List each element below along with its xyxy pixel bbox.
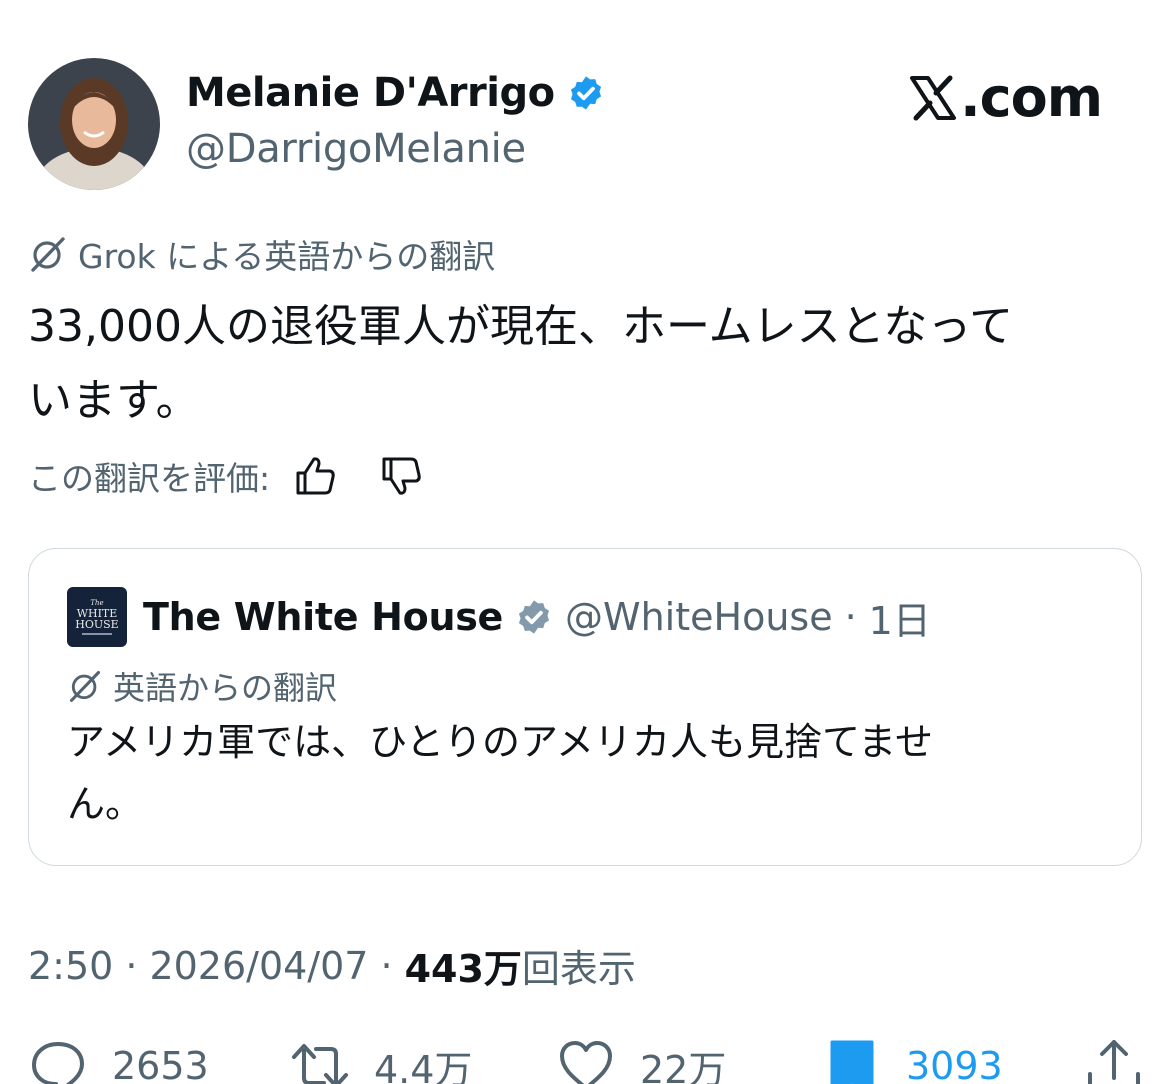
- like-button[interactable]: 22万: [556, 1036, 726, 1084]
- quoted-post-header: The WHITE HOUSE The White House @WhiteHo…: [67, 587, 931, 647]
- quoted-translation-label-text: 英語からの翻訳: [113, 669, 338, 707]
- gray-verified-badge-icon[interactable]: [515, 598, 553, 636]
- share-button[interactable]: [1084, 1036, 1144, 1084]
- action-bar: 2653 4.4万 22万 3093: [0, 1036, 1170, 1084]
- bookmark-filled-icon: [830, 1040, 874, 1084]
- x-com-watermark: .com: [908, 66, 1103, 129]
- verified-badge-icon[interactable]: [567, 74, 605, 112]
- translation-label-text: Grok による英語からの翻訳: [78, 237, 496, 276]
- post-body-line-2: います。: [28, 375, 200, 426]
- quoted-text-line-1: アメリカ軍では、ひとりのアメリカ人も見捨てませ: [67, 720, 934, 764]
- rate-translation-prompt: この翻訳を評価:: [28, 459, 271, 498]
- author-avatar[interactable]: [28, 58, 160, 190]
- x-com-text: .com: [960, 66, 1103, 129]
- thumbs-down-icon[interactable]: [378, 453, 424, 499]
- logo-line-white: WHITE: [76, 606, 118, 620]
- post-meta-row: 2:50 · 2026/04/07 · 443万 回表示: [28, 938, 636, 993]
- repost-icon: [292, 1044, 348, 1084]
- white-house-avatar[interactable]: The WHITE HOUSE: [67, 587, 127, 647]
- logo-line-house: HOUSE: [75, 617, 119, 631]
- grok-icon: [31, 237, 65, 272]
- author-name[interactable]: Melanie D'Arrigo: [186, 70, 555, 116]
- meta-separator: ·: [380, 943, 393, 988]
- grok-translation-label[interactable]: Grok による英語からの翻訳: [28, 230, 495, 278]
- quoted-dot-separator: ·: [844, 595, 857, 639]
- author-handle[interactable]: @DarrigoMelanie: [186, 126, 526, 172]
- reply-icon: [32, 1042, 84, 1084]
- x-logo-icon: [910, 75, 957, 120]
- post-body-line-1: 33,000人の退役軍人が現在、ホームレスとなって: [28, 301, 1014, 352]
- bookmark-count: 3093: [906, 1044, 1003, 1084]
- bookmark-button[interactable]: 3093: [822, 1036, 1003, 1084]
- reply-button[interactable]: 2653: [28, 1036, 209, 1084]
- quoted-post-card[interactable]: The WHITE HOUSE The White House @WhiteHo…: [28, 548, 1142, 866]
- post-body-text: 33,000人の退役軍人が現在、ホームレスとなって います。: [28, 290, 1128, 438]
- like-count: 22万: [640, 1047, 727, 1084]
- share-icon: [1088, 1040, 1140, 1084]
- view-count[interactable]: 443万: [405, 938, 522, 993]
- quoted-author-name[interactable]: The White House: [143, 595, 503, 639]
- logo-line-the: The: [90, 598, 104, 607]
- thumbs-up-icon[interactable]: [292, 453, 338, 499]
- quoted-post-text: アメリカ軍では、ひとりのアメリカ人も見捨てませ ん。: [67, 711, 1067, 835]
- meta-separator: ·: [125, 943, 138, 988]
- rate-translation-row: この翻訳を評価:: [28, 452, 424, 500]
- quoted-translation-label[interactable]: 英語からの翻訳: [67, 663, 337, 709]
- grok-icon: [69, 670, 101, 702]
- reply-count: 2653: [112, 1044, 209, 1084]
- author-name-row[interactable]: Melanie D'Arrigo: [186, 70, 605, 116]
- logo-rule: [82, 632, 112, 635]
- post-time[interactable]: 2:50: [28, 944, 113, 988]
- repost-count: 4.4万: [374, 1047, 473, 1084]
- quoted-text-line-2: ん。: [67, 782, 144, 826]
- heart-icon: [560, 1041, 612, 1084]
- post-date[interactable]: 2026/04/07: [149, 944, 368, 988]
- view-count-label: 回表示: [521, 947, 636, 991]
- quoted-post-time[interactable]: 1日: [869, 590, 931, 645]
- repost-button[interactable]: 4.4万: [290, 1036, 472, 1084]
- quoted-author-handle[interactable]: @WhiteHouse: [565, 595, 833, 639]
